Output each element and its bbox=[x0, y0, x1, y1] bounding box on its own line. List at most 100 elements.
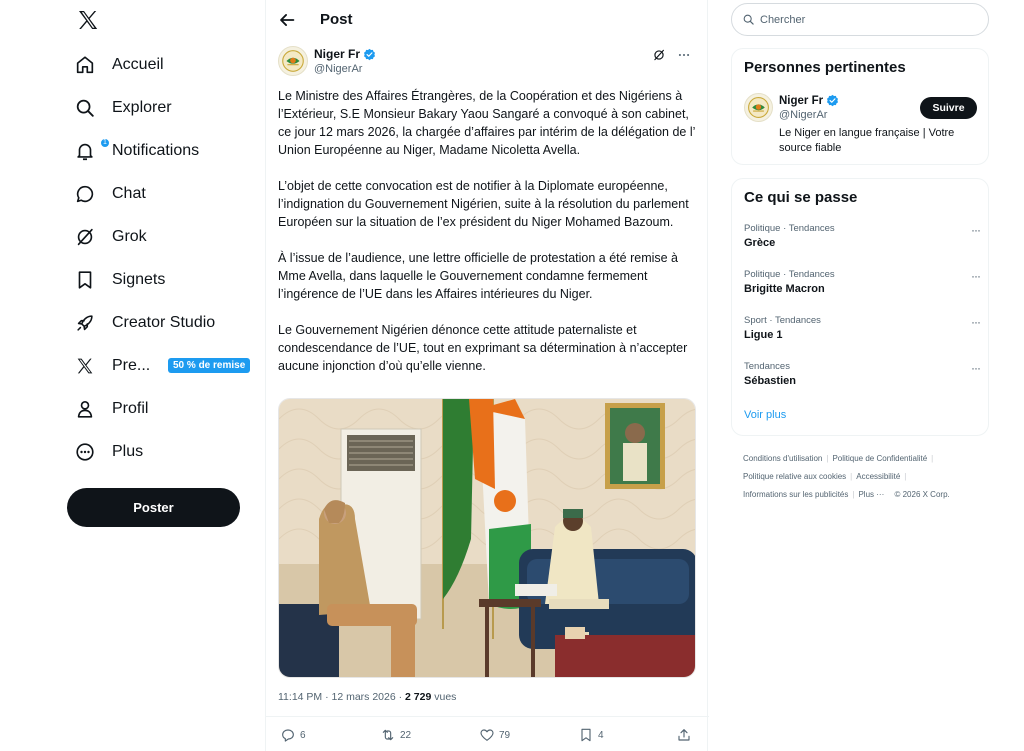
more-options-icon[interactable]: ··· bbox=[971, 269, 981, 283]
footer-link-cookies[interactable]: Politique relative aux cookies bbox=[743, 472, 846, 481]
nav-item-notifications[interactable]: 1 Notifications bbox=[74, 131, 199, 171]
person-icon bbox=[77, 401, 93, 418]
search-input[interactable] bbox=[760, 13, 970, 26]
nav-label: Pre... bbox=[112, 357, 151, 374]
footer-link-accessibility[interactable]: Accessibilité bbox=[856, 472, 900, 481]
post-paragraph: Le Gouvernement Nigérien dénonce cette a… bbox=[278, 323, 688, 373]
account-bio: Le Niger en langue française | Votre sou… bbox=[779, 127, 955, 154]
author-name-text: Niger Fr bbox=[314, 47, 361, 61]
account-handle[interactable]: @NigerAr bbox=[779, 109, 827, 121]
post-paragraph: L’objet de cette convocation est de noti… bbox=[278, 179, 689, 229]
post-timestamp[interactable]: 11:14 PM · 12 mars 2026 · bbox=[278, 691, 405, 703]
nav-label: Explorer bbox=[112, 99, 172, 116]
account-name-text: Niger Fr bbox=[779, 94, 824, 107]
copyright: © 2026 X Corp. bbox=[894, 490, 950, 499]
trend-name: Brigitte Macron bbox=[744, 283, 825, 295]
trend-name: Grèce bbox=[744, 237, 776, 249]
bookmark-icon bbox=[581, 728, 591, 742]
avatar[interactable] bbox=[744, 93, 773, 122]
nav-item-premium[interactable]: Pre... bbox=[74, 346, 150, 386]
bookmark-button[interactable]: 4 bbox=[578, 727, 604, 743]
card-title: Ce qui se passe bbox=[744, 189, 858, 206]
footer-link-terms[interactable]: Conditions d'utilisation bbox=[743, 454, 822, 463]
nav-item-chat[interactable]: Chat bbox=[74, 174, 146, 214]
search-icon bbox=[743, 14, 754, 25]
rocket-icon bbox=[77, 315, 93, 331]
verified-badge-icon bbox=[827, 94, 839, 107]
repost-button[interactable]: 22 bbox=[380, 727, 411, 743]
nav-label: Plus bbox=[112, 443, 144, 460]
trend-name: Ligue 1 bbox=[744, 329, 783, 341]
nav-item-plus[interactable]: Plus bbox=[74, 432, 143, 472]
nav-item-explorer[interactable]: Explorer bbox=[74, 88, 172, 128]
show-more-link[interactable]: Voir plus bbox=[744, 409, 786, 421]
bookmark-count: 4 bbox=[598, 729, 604, 741]
bell-icon bbox=[77, 143, 93, 161]
heart-icon bbox=[480, 729, 494, 741]
trend-item[interactable]: Tendances Sébastien ··· bbox=[744, 361, 981, 397]
trend-category: Politique · Tendances bbox=[744, 223, 835, 234]
niger-emblem-icon bbox=[748, 97, 769, 118]
nav-item-grok[interactable]: Grok bbox=[74, 217, 147, 257]
trend-item[interactable]: Politique · Tendances Brigitte Macron ··… bbox=[744, 269, 981, 305]
grok-icon[interactable] bbox=[652, 48, 666, 62]
post-photo[interactable] bbox=[278, 398, 696, 678]
card-title: Personnes pertinentes bbox=[744, 59, 906, 76]
nav-item-accueil[interactable]: Accueil bbox=[74, 45, 164, 85]
trends-card: Ce qui se passe Politique · Tendances Gr… bbox=[731, 178, 989, 436]
left-navigation: Accueil Explorer 1 Notifications Chat Gr… bbox=[60, 0, 260, 751]
nav-label: Notifications bbox=[112, 142, 200, 159]
more-options-icon[interactable]: ··· bbox=[971, 223, 981, 237]
search-bar[interactable] bbox=[731, 3, 989, 36]
promo-badge[interactable]: 50 % de remise bbox=[168, 358, 251, 373]
post-actions: 6 22 79 4 bbox=[266, 716, 709, 751]
back-arrow-icon[interactable] bbox=[276, 9, 298, 31]
more-options-icon[interactable]: ··· bbox=[971, 361, 981, 375]
share-button[interactable] bbox=[676, 727, 696, 743]
x-logo-icon bbox=[77, 358, 93, 374]
trend-category: Sport · Tendances bbox=[744, 315, 821, 326]
post-text: Le Ministre des Affaires Étrangères, de … bbox=[278, 87, 698, 393]
footer-link-ads[interactable]: Informations sur les publicités bbox=[743, 490, 848, 499]
relevant-people-card: Personnes pertinentes Niger Fr @NigerAr … bbox=[731, 48, 989, 165]
nav-label: Chat bbox=[112, 185, 146, 202]
nav-label: Signets bbox=[112, 271, 166, 288]
footer-link-privacy[interactable]: Politique de Confidentialité bbox=[832, 454, 927, 463]
trend-name: Sébastien bbox=[744, 375, 796, 387]
follow-button[interactable]: Suivre bbox=[920, 97, 977, 119]
author-handle[interactable]: @NigerAr bbox=[314, 63, 362, 75]
trend-item[interactable]: Politique · Tendances Grèce ··· bbox=[744, 223, 981, 259]
footer-link-more[interactable]: Plus ··· bbox=[858, 490, 884, 499]
nav-label: Creator Studio bbox=[112, 314, 216, 331]
account-name[interactable]: Niger Fr bbox=[779, 94, 839, 107]
avatar[interactable] bbox=[278, 46, 308, 76]
footer-links: Conditions d'utilisation | Politique de Co… bbox=[743, 454, 950, 499]
repost-icon bbox=[382, 729, 394, 741]
bookmark-icon bbox=[78, 271, 92, 289]
nav-item-profil[interactable]: Profil bbox=[74, 389, 148, 429]
post-paragraph: À l’issue de l’audience, une lettre offi… bbox=[278, 251, 679, 301]
poster-button[interactable]: Poster bbox=[67, 488, 240, 527]
author-name[interactable]: Niger Fr bbox=[314, 47, 376, 61]
repost-count: 22 bbox=[400, 729, 412, 741]
grok-icon bbox=[77, 228, 93, 246]
x-logo-icon[interactable] bbox=[76, 8, 100, 32]
like-count: 79 bbox=[499, 729, 511, 741]
nav-item-creator-studio[interactable]: Creator Studio bbox=[74, 303, 215, 343]
nav-item-signets[interactable]: Signets bbox=[74, 260, 165, 300]
reply-count: 6 bbox=[300, 729, 306, 741]
share-icon bbox=[678, 729, 690, 741]
trend-item[interactable]: Sport · Tendances Ligue 1 ··· bbox=[744, 315, 981, 351]
chat-icon bbox=[76, 185, 94, 203]
home-icon bbox=[76, 56, 94, 74]
page-title: Post bbox=[320, 11, 353, 28]
niger-emblem-icon bbox=[282, 50, 304, 72]
more-options-icon[interactable] bbox=[676, 48, 692, 62]
nav-label: Grok bbox=[112, 228, 147, 245]
reply-icon bbox=[282, 729, 294, 742]
nav-label: Profil bbox=[112, 400, 149, 417]
post-author: Niger Fr @NigerAr bbox=[278, 44, 696, 84]
reply-button[interactable]: 6 bbox=[280, 727, 306, 743]
more-options-icon[interactable]: ··· bbox=[971, 315, 981, 329]
like-button[interactable]: 79 bbox=[479, 727, 510, 743]
